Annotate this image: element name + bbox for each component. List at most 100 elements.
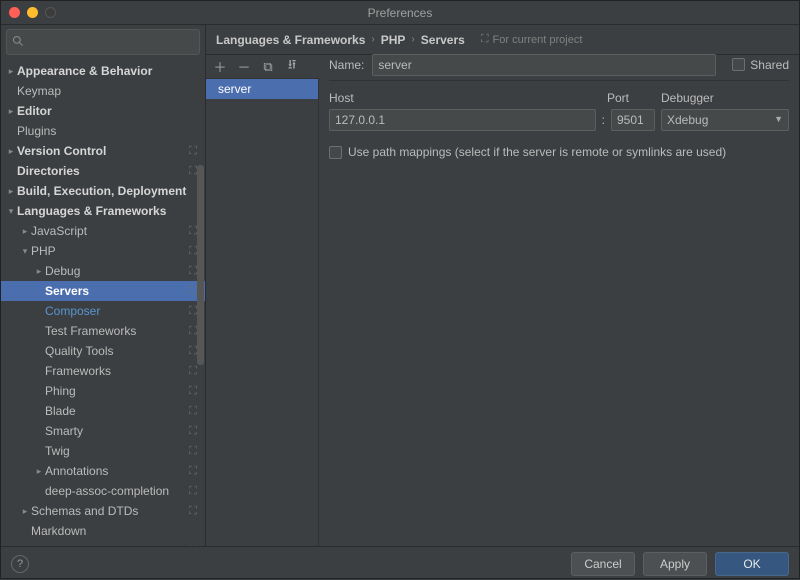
tree-item-label: Composer [45, 304, 187, 318]
titlebar: Preferences [1, 1, 799, 25]
tree-item-label: Twig [45, 444, 187, 458]
tree-item-label: Annotations [45, 464, 187, 478]
dialog-footer: ? Cancel Apply OK [1, 546, 799, 580]
tree-item[interactable]: Smarty⛶ [1, 421, 205, 441]
scrollbar[interactable] [197, 55, 204, 525]
breadcrumb: Languages & Frameworks › PHP › Servers ⛶… [206, 25, 799, 55]
chevron-right-icon: › [371, 34, 374, 45]
shared-checkbox[interactable] [732, 58, 745, 71]
scrollbar-thumb[interactable] [197, 165, 204, 365]
project-scope-icon: ⛶ [187, 545, 199, 546]
chevron-right-icon[interactable] [33, 466, 45, 477]
tree-item-label: Appearance & Behavior [17, 64, 199, 78]
tree-item-label: Test Frameworks [45, 324, 187, 338]
remove-icon[interactable]: － [236, 57, 252, 76]
chevron-down-icon[interactable] [19, 246, 31, 257]
search-icon [12, 35, 24, 50]
cancel-button[interactable]: Cancel [571, 552, 635, 576]
server-list: server [206, 79, 319, 546]
import-icon[interactable]: ⭿ [284, 56, 300, 78]
tree-item[interactable]: Annotations⛶ [1, 461, 205, 481]
tree-item-label: Debug [45, 264, 187, 278]
tree-item-label: Node.js and NPM [31, 544, 187, 546]
project-scope-hint: ⛶ For current project [481, 33, 583, 46]
tree-item[interactable]: Frameworks⛶ [1, 361, 205, 381]
tree-item[interactable]: Blade⛶ [1, 401, 205, 421]
tree-item-label: Smarty [45, 424, 187, 438]
main-panel: Languages & Frameworks › PHP › Servers ⛶… [206, 25, 799, 546]
tree-item[interactable]: Build, Execution, Deployment [1, 181, 205, 201]
path-mappings-checkbox[interactable] [329, 146, 342, 159]
tree-item[interactable]: Directories⛶ [1, 161, 205, 181]
tree-item[interactable]: JavaScript⛶ [1, 221, 205, 241]
chevron-right-icon[interactable] [5, 106, 17, 117]
tree-item-label: Phing [45, 384, 187, 398]
tree-item[interactable]: Test Frameworks⛶ [1, 321, 205, 341]
server-list-item[interactable]: server [206, 79, 318, 99]
tree-item[interactable]: Editor [1, 101, 205, 121]
server-list-toolbar: ＋ － ⧉ ⭿ [206, 55, 319, 79]
chevron-down-icon[interactable] [5, 206, 17, 217]
tree-item[interactable]: Schemas and DTDs⛶ [1, 501, 205, 521]
chevron-right-icon[interactable] [5, 186, 17, 197]
tree-item[interactable]: Quality Tools⛶ [1, 341, 205, 361]
host-input[interactable] [329, 109, 596, 131]
add-icon[interactable]: ＋ [212, 57, 228, 76]
tree-item[interactable]: Appearance & Behavior [1, 61, 205, 81]
path-mappings-label: Use path mappings (select if the server … [348, 145, 726, 159]
chevron-right-icon[interactable] [5, 146, 17, 157]
host-port-separator: : [602, 113, 605, 127]
tree-item[interactable]: Servers⛶ [1, 281, 205, 301]
sidebar: Appearance & Behavior Keymap Editor Plugins… [1, 25, 206, 546]
ok-button[interactable]: OK [715, 552, 789, 576]
breadcrumb-part: Languages & Frameworks [216, 33, 365, 47]
server-form: Name: Shared Host Port Debugger : [319, 55, 799, 546]
window-title: Preferences [1, 6, 799, 20]
tree-item-label: Keymap [17, 84, 199, 98]
tree-item[interactable]: PHP⛶ [1, 241, 205, 261]
tree-item-label: Schemas and DTDs [31, 504, 187, 518]
tree-item-label: Plugins [17, 124, 199, 138]
tree-item-label: JavaScript [31, 224, 187, 238]
port-input[interactable] [611, 109, 655, 131]
tree-item[interactable]: Markdown [1, 521, 205, 541]
tree-item[interactable]: Debug⛶ [1, 261, 205, 281]
chevron-right-icon[interactable] [19, 226, 31, 237]
chevron-right-icon: › [411, 34, 414, 45]
tree-item-label: PHP [31, 244, 187, 258]
tree-item[interactable]: Node.js and NPM⛶ [1, 541, 205, 546]
search-input[interactable] [6, 29, 200, 55]
apply-button[interactable]: Apply [643, 552, 707, 576]
help-icon[interactable]: ? [11, 555, 29, 573]
tree-item-label: Blade [45, 404, 187, 418]
tree-item-label: Servers [45, 284, 187, 298]
debugger-select[interactable]: Xdebug [661, 109, 789, 131]
tree-item[interactable]: Languages & Frameworks [1, 201, 205, 221]
project-icon: ⛶ [481, 33, 489, 46]
copy-icon[interactable]: ⧉ [260, 59, 276, 75]
shared-label: Shared [750, 58, 789, 72]
tree-item-label: Frameworks [45, 364, 187, 378]
tree-item[interactable]: Version Control⛶ [1, 141, 205, 161]
chevron-right-icon[interactable] [33, 266, 45, 277]
tree-item-label: Build, Execution, Deployment [17, 184, 199, 198]
tree-item[interactable]: Plugins [1, 121, 205, 141]
tree-item-label: Directories [17, 164, 187, 178]
tree-item[interactable]: Composer⛶ [1, 301, 205, 321]
settings-tree: Appearance & Behavior Keymap Editor Plugins… [1, 59, 205, 546]
chevron-right-icon[interactable] [19, 506, 31, 517]
tree-item-label: Editor [17, 104, 199, 118]
tree-item-label: deep-assoc-completion [45, 484, 187, 498]
name-input[interactable] [372, 54, 716, 76]
tree-item-label: Version Control [17, 144, 187, 158]
chevron-right-icon[interactable] [5, 66, 17, 77]
debugger-label: Debugger [661, 91, 789, 105]
tree-item[interactable]: Phing⛶ [1, 381, 205, 401]
tree-item[interactable]: deep-assoc-completion⛶ [1, 481, 205, 501]
search-box [6, 29, 200, 55]
tree-item[interactable]: Twig⛶ [1, 441, 205, 461]
breadcrumb-part: Servers [421, 33, 465, 47]
tree-item[interactable]: Keymap [1, 81, 205, 101]
tree-item-label: Languages & Frameworks [17, 204, 199, 218]
tree-item-label: Quality Tools [45, 344, 187, 358]
